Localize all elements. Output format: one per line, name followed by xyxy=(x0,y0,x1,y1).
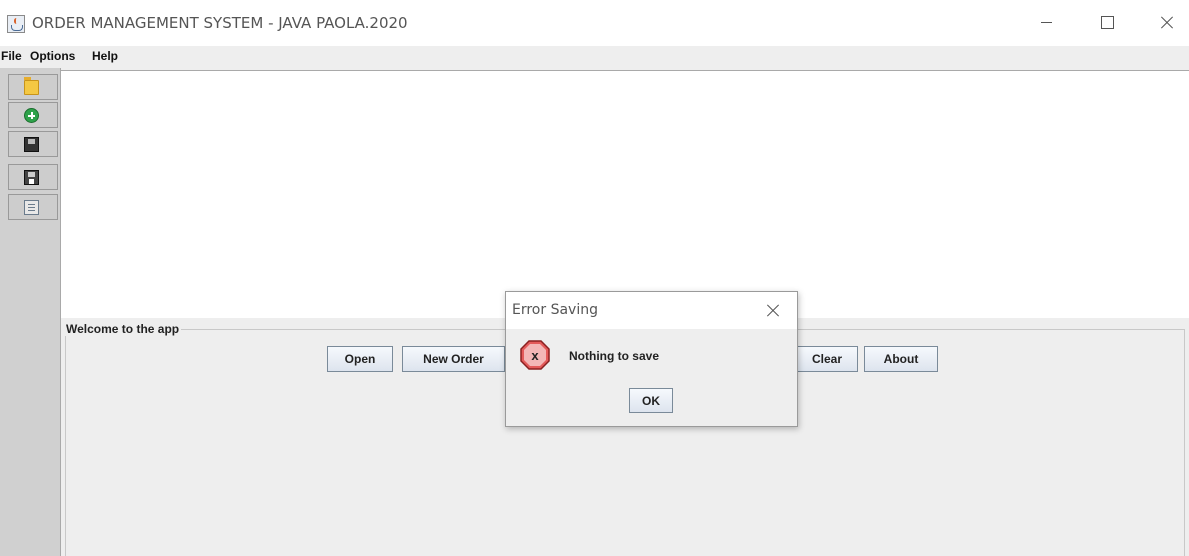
main-content-area xyxy=(61,70,1189,318)
dialog-message: Nothing to save xyxy=(569,349,660,363)
menu-file[interactable]: File xyxy=(1,49,22,63)
document-toolbar-button[interactable] xyxy=(8,194,58,220)
error-dialog: Error Saving x Nothing to save OK xyxy=(505,291,798,427)
ok-button[interactable]: OK xyxy=(629,388,673,413)
window-title-bar: ORDER MANAGEMENT SYSTEM - JAVA PAOLA.202… xyxy=(0,0,1189,46)
close-window-icon[interactable] xyxy=(1143,0,1189,46)
save-icon xyxy=(24,137,39,152)
save-toolbar-button[interactable] xyxy=(8,131,58,157)
menu-help[interactable]: Help xyxy=(92,49,118,63)
dialog-close-icon[interactable] xyxy=(762,301,784,321)
error-icon-letter: x xyxy=(531,347,539,363)
open-folder-icon xyxy=(24,77,39,95)
error-icon: x xyxy=(520,340,550,370)
side-toolbar xyxy=(0,68,61,556)
about-button[interactable]: About xyxy=(864,346,938,372)
window-title: ORDER MANAGEMENT SYSTEM - JAVA PAOLA.202… xyxy=(32,14,408,32)
save-as-icon xyxy=(24,170,39,185)
menu-options[interactable]: Options xyxy=(30,49,75,63)
clear-button[interactable]: Clear xyxy=(796,346,858,372)
maximize-icon[interactable] xyxy=(1084,0,1130,46)
menu-bar: File Options Help xyxy=(0,46,1189,68)
open-button[interactable]: Open xyxy=(327,346,393,372)
new-order-toolbar-button[interactable] xyxy=(8,102,58,128)
java-app-icon xyxy=(7,15,25,33)
add-order-icon xyxy=(24,108,39,123)
save-as-toolbar-button[interactable] xyxy=(8,164,58,190)
open-toolbar-button[interactable] xyxy=(8,74,58,100)
minimize-icon[interactable] xyxy=(1024,0,1070,46)
document-icon xyxy=(24,200,39,215)
welcome-panel-title: Welcome to the app xyxy=(64,322,182,336)
dialog-title: Error Saving xyxy=(512,302,598,318)
new-order-button[interactable]: New Order xyxy=(402,346,505,372)
dialog-title-bar: Error Saving xyxy=(506,292,797,329)
